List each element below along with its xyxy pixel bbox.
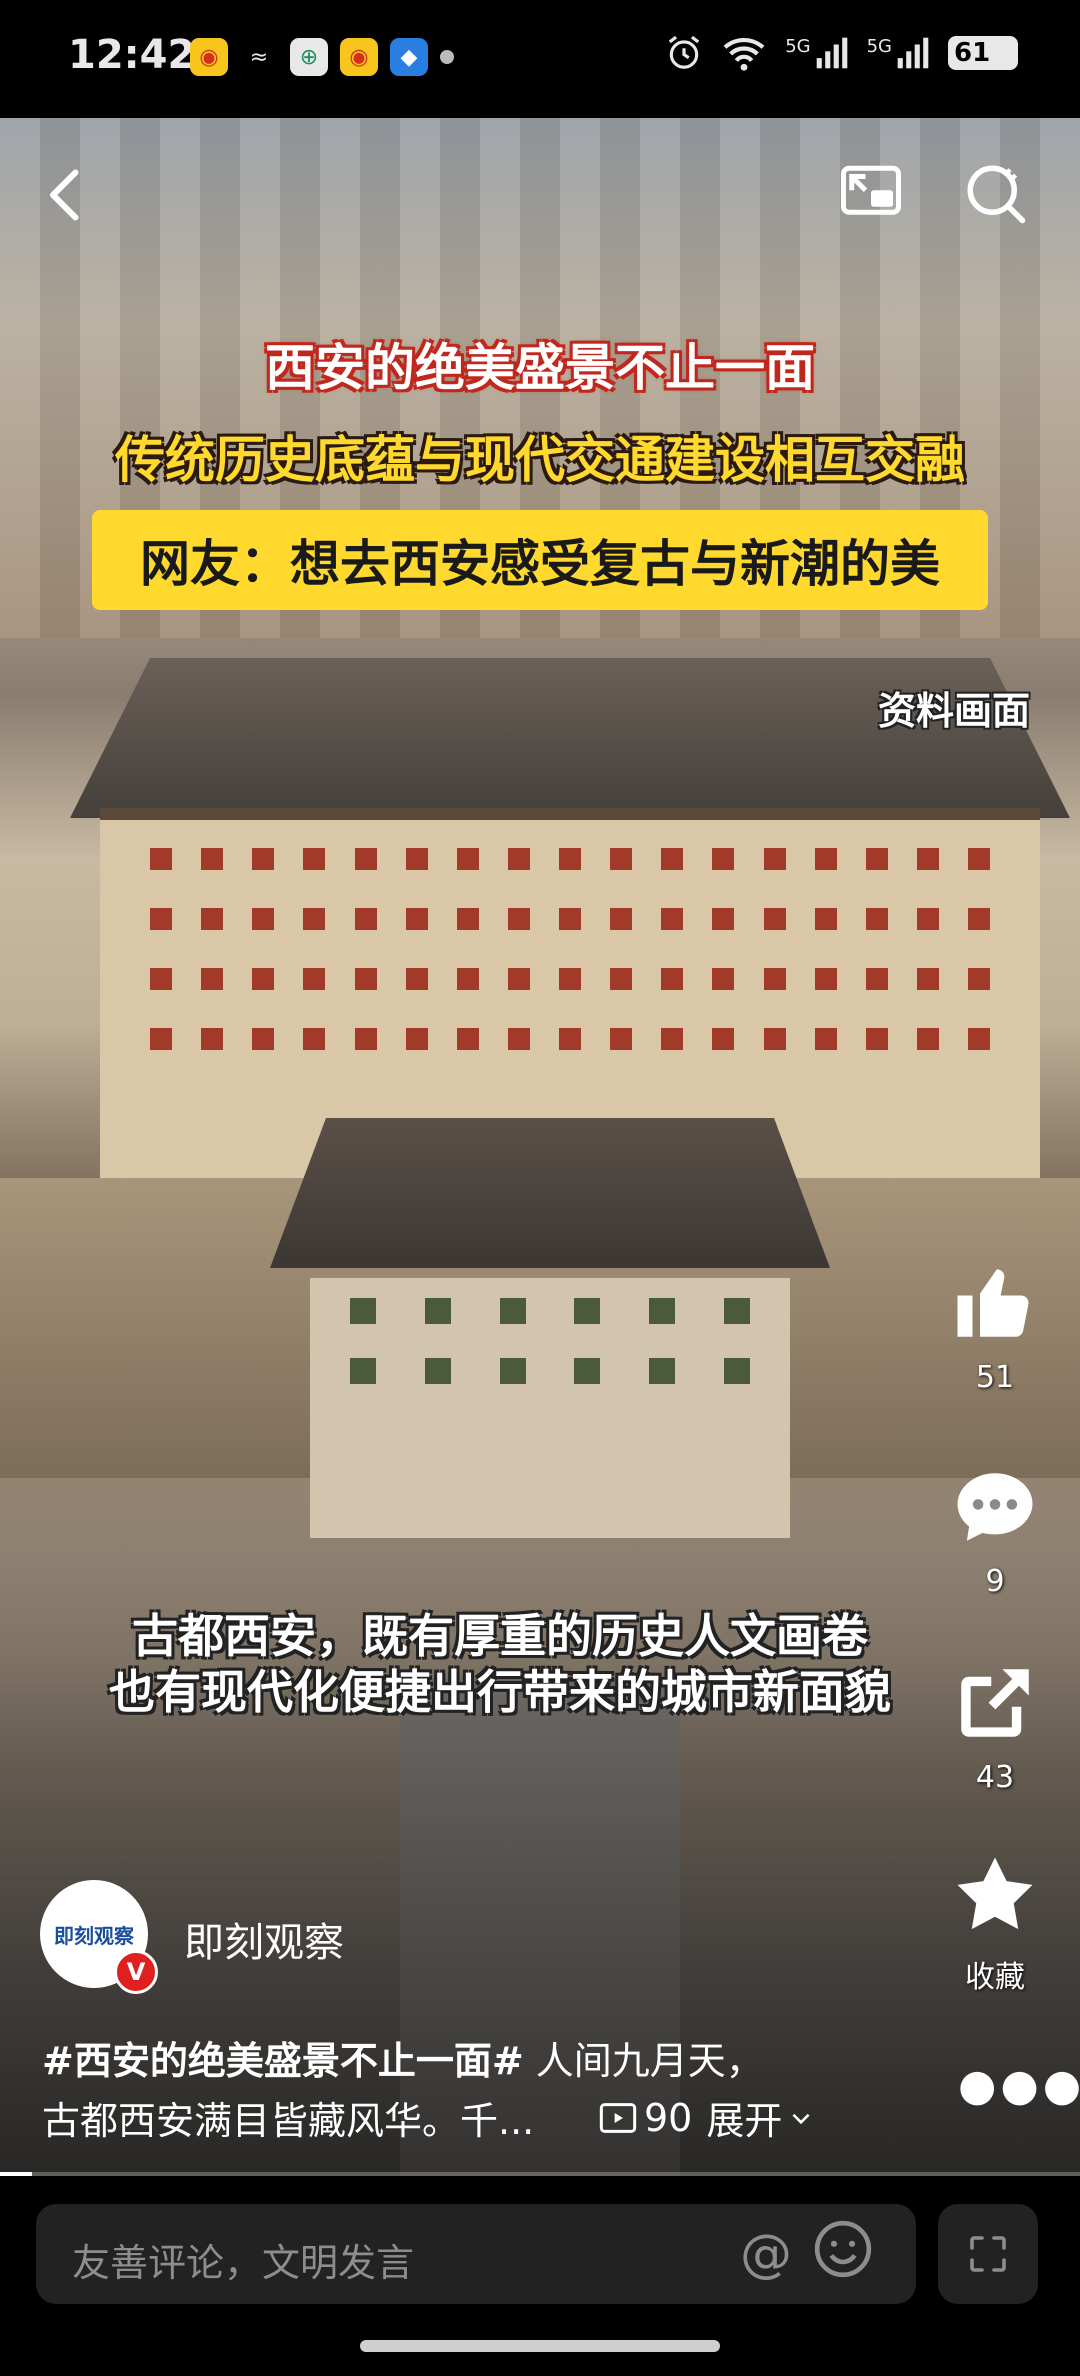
like-count: 51 [975, 1360, 1015, 1395]
picture-in-picture-icon[interactable] [838, 160, 904, 226]
signal-icon [816, 37, 847, 69]
expand-label: 展开 [706, 2099, 783, 2143]
video-window-row [150, 968, 990, 990]
video-headline-2: 传统历史底蕴与现代交通建设相互交融 [115, 431, 965, 489]
dot-icon [440, 50, 454, 64]
favorite-label: 收藏 [965, 1960, 1025, 1995]
search-icon[interactable] [962, 160, 1028, 226]
video-gate-roof-small [270, 1118, 830, 1268]
battery-icon: 61 [948, 36, 1018, 70]
battery-level: 61 [954, 38, 991, 68]
mention-icon[interactable]: @ [740, 2224, 792, 2284]
network-type-label: 5G [785, 35, 811, 57]
archive-footage-label: 资料画面 [877, 689, 1030, 733]
description-line-1: #西安的绝美盛景不止一面# 人间九月天， [42, 2030, 764, 2085]
play-box-icon [599, 2102, 637, 2133]
status-notification-icons: ◉ ≈ ⊕ ◉ ◆ [190, 38, 454, 76]
verified-badge: V [114, 1950, 158, 1994]
description-line-2: 古都西安满目皆藏风华。千... [42, 2099, 535, 2143]
wifi-icon [723, 37, 765, 71]
back-arrow-icon[interactable] [38, 165, 98, 225]
description-text-1: 人间九月天， [523, 2039, 764, 2083]
bank-icon: ⊕ [290, 38, 328, 76]
fullscreen-comment-button[interactable] [938, 2204, 1038, 2304]
share-arrow-icon [961, 1669, 1029, 1737]
video-caption-line-2: 也有现代化便捷出行带来的城市新面貌 [109, 1665, 891, 1719]
alarm-icon [668, 35, 700, 69]
thumbs-up-icon [957, 1269, 1029, 1337]
expand-description[interactable]: 90 展开 [598, 2090, 814, 2145]
play-count: 90 [644, 2095, 693, 2140]
like-button[interactable]: 51 [950, 1258, 1040, 1395]
share-button[interactable]: 43 [950, 1658, 1040, 1795]
favorite-button[interactable]: 收藏 [950, 1850, 1040, 1996]
video-headline-3: 网友：想去西安感受复古与新潮的美 [92, 510, 988, 610]
link-icon: ≈ [249, 44, 269, 70]
comment-bubble-icon [957, 1473, 1033, 1541]
video-window-row [350, 1298, 750, 1324]
video-window-row [150, 908, 990, 930]
home-indicator[interactable] [360, 2340, 720, 2352]
star-icon [957, 1857, 1033, 1930]
comment-input[interactable]: 友善评论，文明发言 @ [36, 2204, 916, 2304]
video-window-row [150, 848, 990, 870]
author-name[interactable]: 即刻观察 [184, 1910, 344, 1968]
status-bar: 12:42 ◉ ≈ ⊕ ◉ ◆ 5G 5G 61 [0, 0, 1080, 118]
status-time: 12:42 [68, 32, 196, 78]
weibo-icon: ◉ [190, 38, 228, 76]
weibo-icon: ◉ [340, 38, 378, 76]
comment-button[interactable]: 9 [950, 1462, 1040, 1599]
network-type-label: 5G [866, 35, 892, 57]
chevron-down-icon [792, 2113, 810, 2124]
more-options-icon[interactable]: ●●● [958, 2060, 1080, 2111]
video-window-row [350, 1358, 750, 1384]
signal-icon [897, 37, 929, 69]
share-count: 43 [975, 1760, 1015, 1795]
comment-placeholder: 友善评论，文明发言 [72, 2241, 415, 2285]
status-system-icons: 5G 5G 61 [665, 34, 1018, 72]
browser-icon: ◆ [390, 38, 428, 76]
video-window-row [150, 1028, 990, 1050]
expand-icon [970, 2236, 1006, 2272]
description-hashtag[interactable]: #西安的绝美盛景不止一面# [42, 2039, 524, 2083]
emoji-icon[interactable] [812, 2218, 874, 2280]
video-headline-1: 西安的绝美盛景不止一面 [265, 339, 815, 397]
comment-count: 9 [985, 1564, 1005, 1599]
author-avatar-text: 即刻观察 [54, 1923, 134, 1948]
